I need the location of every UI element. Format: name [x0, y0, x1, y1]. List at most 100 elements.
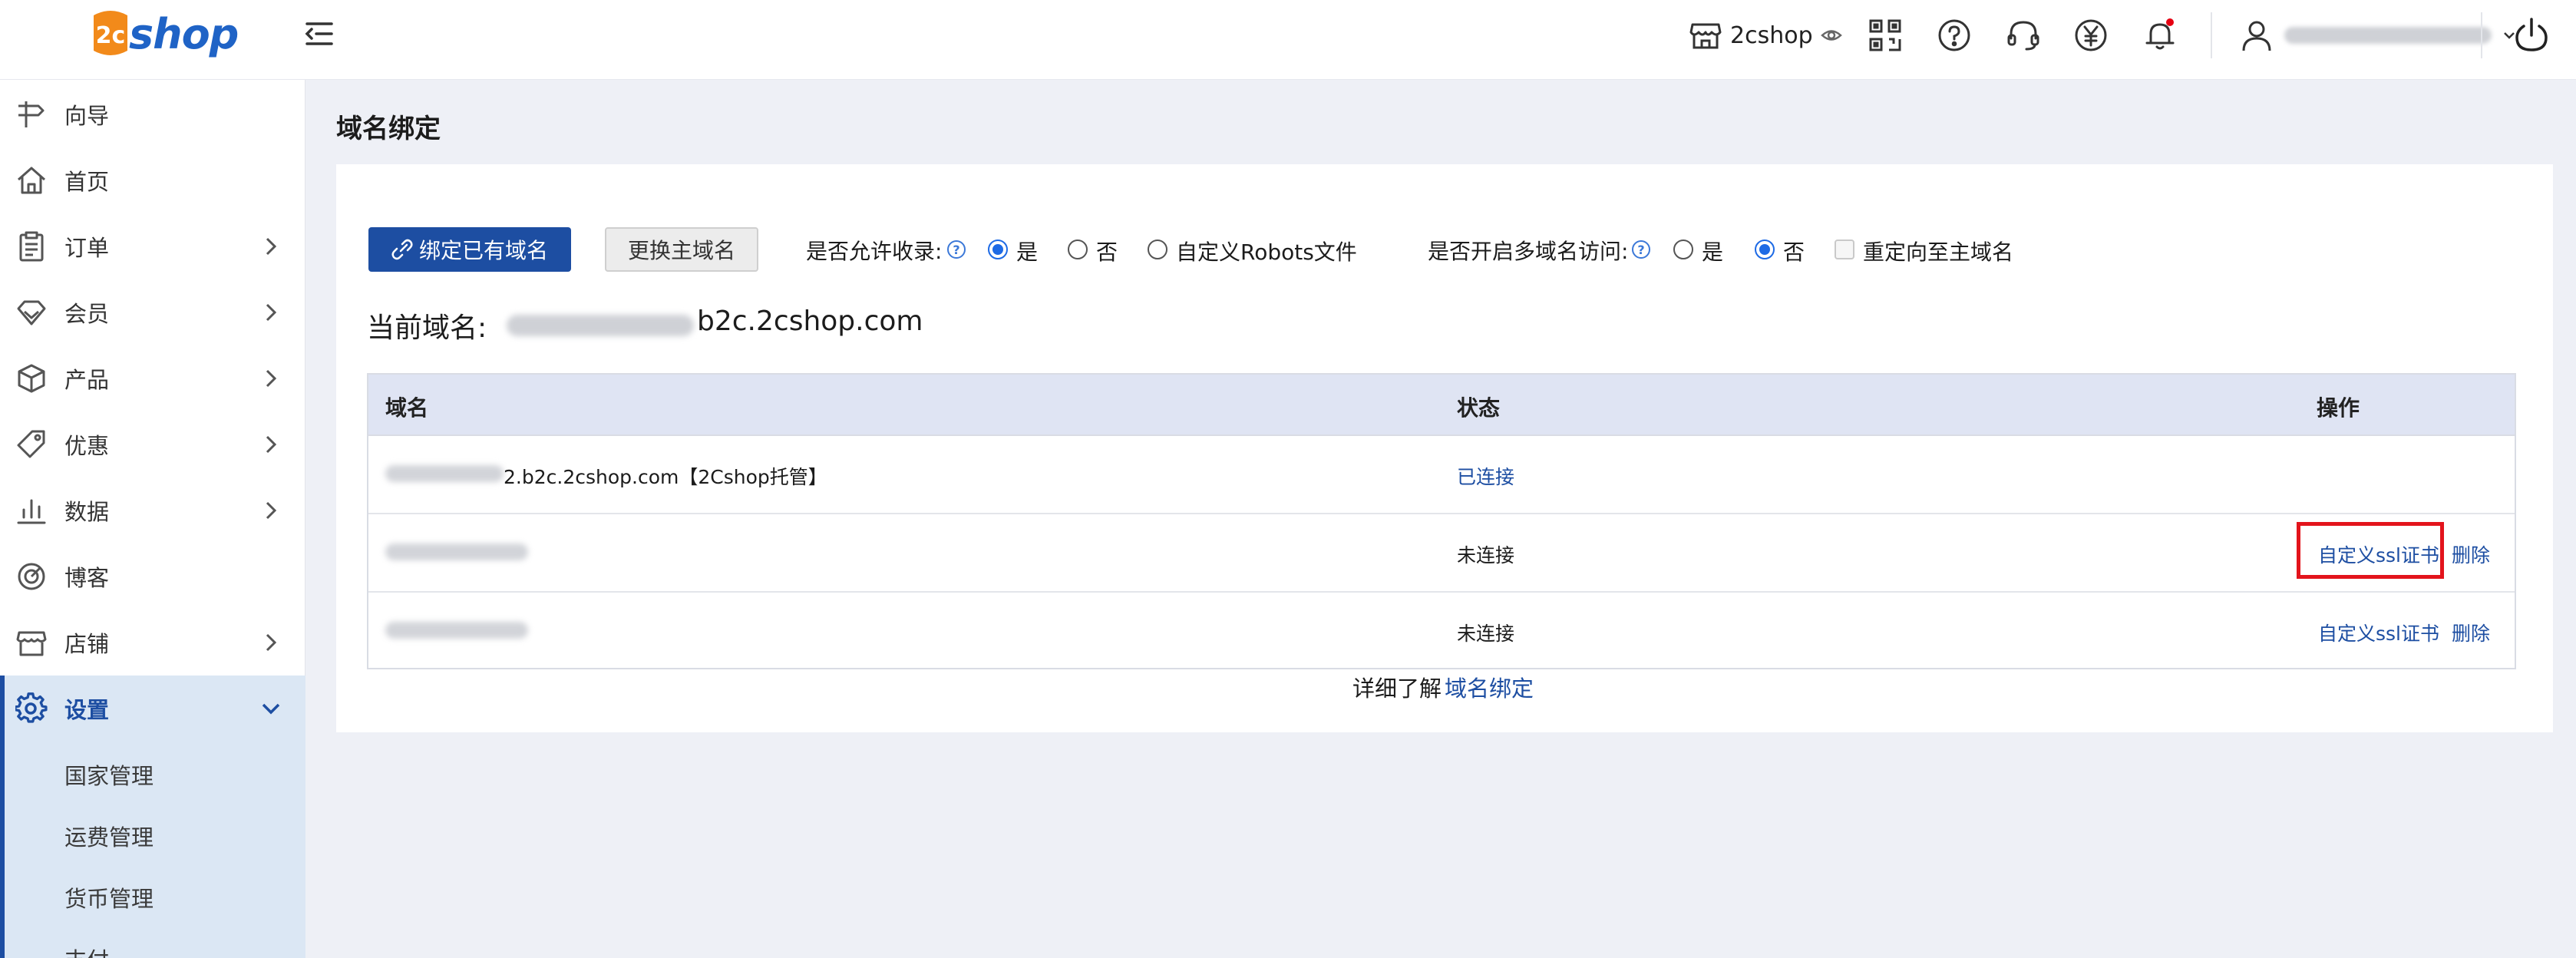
bind-domain-label: 绑定已有域名 — [418, 238, 548, 263]
shop-switcher[interactable]: 2cshop — [1689, 0, 1842, 71]
user-name — [2284, 27, 2492, 44]
shop-name: 2cshop — [1730, 21, 1813, 49]
blog-icon — [15, 560, 48, 593]
sidebar-item-store[interactable]: 店铺 — [0, 609, 305, 676]
sidebar-item-label: 博客 — [64, 565, 110, 591]
custom-ssl-link[interactable]: 自定义ssl证书 — [2318, 619, 2439, 646]
sidebar-item-label: 会员 — [64, 301, 110, 327]
eye-icon[interactable] — [1820, 25, 1842, 46]
multi-domain-label: 是否开启多域名访问: — [1428, 239, 1629, 264]
custom-robots-label[interactable]: 自定义Robots文件 — [1176, 236, 1357, 266]
user-menu[interactable] — [2240, 15, 2516, 55]
bell-icon[interactable] — [2142, 17, 2178, 54]
store-icon — [15, 626, 48, 659]
sidebar-subitem-shipping[interactable]: 运费管理 — [0, 803, 305, 864]
sidebar-item-blog[interactable]: 博客 — [0, 543, 305, 609]
table-row: 2.b2c.2cshop.com【2Cshop托管】 已连接 — [368, 436, 2515, 514]
current-domain-value: b2c.2cshop.com — [697, 306, 923, 337]
help-icon[interactable]: ? — [1632, 240, 1650, 259]
status-cell: 未连接 — [1457, 544, 1515, 567]
header-divider — [2481, 12, 2482, 58]
bind-domain-button[interactable]: 绑定已有域名 — [368, 227, 571, 272]
active-indicator — [0, 676, 5, 958]
help-icon[interactable] — [1936, 17, 1973, 54]
signpost-icon — [15, 98, 48, 130]
sidebar-subitem-label: 支付 — [64, 943, 109, 958]
sidebar-subitem-currency[interactable]: 货币管理 — [0, 864, 305, 926]
col-header-status: 状态 — [1457, 395, 1501, 421]
sidebar-item-label: 优惠 — [64, 433, 110, 459]
delete-link[interactable]: 删除 — [2452, 540, 2490, 568]
brand-logo[interactable]: 2c shop — [89, 3, 239, 64]
qr-code-icon[interactable] — [1867, 17, 1904, 54]
multi-domain-yes-radio[interactable] — [1673, 240, 1693, 259]
allow-index-no-radio[interactable] — [1068, 240, 1088, 259]
sidebar-subitem-country[interactable]: 国家管理 — [0, 742, 305, 803]
multi-domain-yes-label[interactable]: 是 — [1702, 236, 1723, 266]
logo-text: shop — [129, 9, 239, 58]
sidebar-item-label: 产品 — [64, 367, 110, 393]
domain-prefix — [385, 465, 504, 482]
allow-index-label: 是否允许收录: — [806, 239, 943, 264]
highlight-annotation — [2297, 522, 2444, 579]
clipboard-icon — [15, 230, 48, 263]
multi-domain-no-radio[interactable] — [1755, 240, 1775, 259]
top-header: 2c shop 2cshop — [0, 0, 2576, 80]
sidebar-item-data[interactable]: 数据 — [0, 477, 305, 543]
domain-cell — [385, 622, 528, 639]
sidebar-item-label: 店铺 — [64, 631, 110, 657]
sidebar: 向导 首页 订单 会员 产品 优惠 数据 博客 店铺 设置 国家管理 运费管理 … — [0, 80, 305, 958]
sidebar-subitem-label: 国家管理 — [64, 763, 154, 789]
redirect-main-checkbox[interactable] — [1835, 240, 1854, 259]
redirect-main-label[interactable]: 重定向至主域名 — [1863, 236, 2013, 266]
sidebar-item-orders[interactable]: 订单 — [0, 213, 305, 279]
sidebar-item-products[interactable]: 产品 — [0, 345, 305, 411]
sidebar-subitem-payment[interactable]: 支付 — [0, 926, 305, 958]
table-header: 域名 状态 操作 — [368, 375, 2515, 436]
sidebar-subitem-label: 货币管理 — [64, 886, 154, 912]
domain-cell: 2.b2c.2cshop.com【2Cshop托管】 — [504, 466, 827, 488]
sidebar-item-label: 首页 — [64, 169, 110, 195]
chevron-down-icon — [259, 696, 282, 721]
chevron-right-icon — [259, 498, 282, 523]
sidebar-item-members[interactable]: 会员 — [0, 279, 305, 345]
menu-collapse-icon[interactable] — [302, 17, 336, 51]
store-icon — [1689, 18, 1722, 52]
custom-robots-radio[interactable] — [1148, 240, 1167, 259]
link-icon — [391, 239, 413, 260]
bar-chart-icon — [15, 494, 48, 527]
help-icon[interactable]: ? — [947, 240, 966, 259]
avatar — [2240, 18, 2274, 52]
delete-link[interactable]: 删除 — [2452, 619, 2490, 646]
sidebar-item-label: 设置 — [64, 697, 110, 723]
notification-dot — [2166, 18, 2174, 26]
current-domain-label: 当前域名: — [367, 312, 487, 344]
logout-power-icon[interactable] — [2512, 15, 2551, 55]
headset-icon[interactable] — [2005, 17, 2042, 54]
chevron-right-icon — [259, 630, 282, 655]
multi-domain-no-label[interactable]: 否 — [1783, 236, 1805, 266]
allow-index-no-label[interactable]: 否 — [1096, 236, 1118, 266]
yen-icon[interactable] — [2072, 17, 2109, 54]
status-cell: 未连接 — [1457, 623, 1515, 645]
sidebar-item-settings[interactable]: 设置 — [0, 676, 305, 742]
chevron-right-icon — [259, 234, 282, 259]
domain-cell — [385, 543, 528, 560]
chevron-right-icon — [259, 432, 282, 457]
chevron-right-icon — [259, 366, 282, 391]
home-icon — [15, 164, 48, 197]
allow-index-yes-label[interactable]: 是 — [1016, 236, 1038, 266]
sidebar-item-guide[interactable]: 向导 — [0, 81, 305, 147]
change-main-domain-button[interactable]: 更换主域名 — [605, 227, 758, 272]
sidebar-item-home[interactable]: 首页 — [0, 147, 305, 213]
col-header-domain: 域名 — [385, 395, 429, 421]
col-header-actions: 操作 — [2317, 395, 2360, 421]
sidebar-item-promotions[interactable]: 优惠 — [0, 411, 305, 477]
status-connected[interactable]: 已连接 — [1457, 462, 1514, 490]
footer-help-link[interactable]: 域名绑定 — [1445, 671, 1534, 703]
allow-index-yes-radio[interactable] — [988, 240, 1008, 259]
box-icon — [15, 362, 48, 395]
sidebar-item-label: 订单 — [64, 235, 110, 261]
diamond-icon — [15, 296, 48, 329]
logo-badge: 2c — [89, 8, 132, 60]
